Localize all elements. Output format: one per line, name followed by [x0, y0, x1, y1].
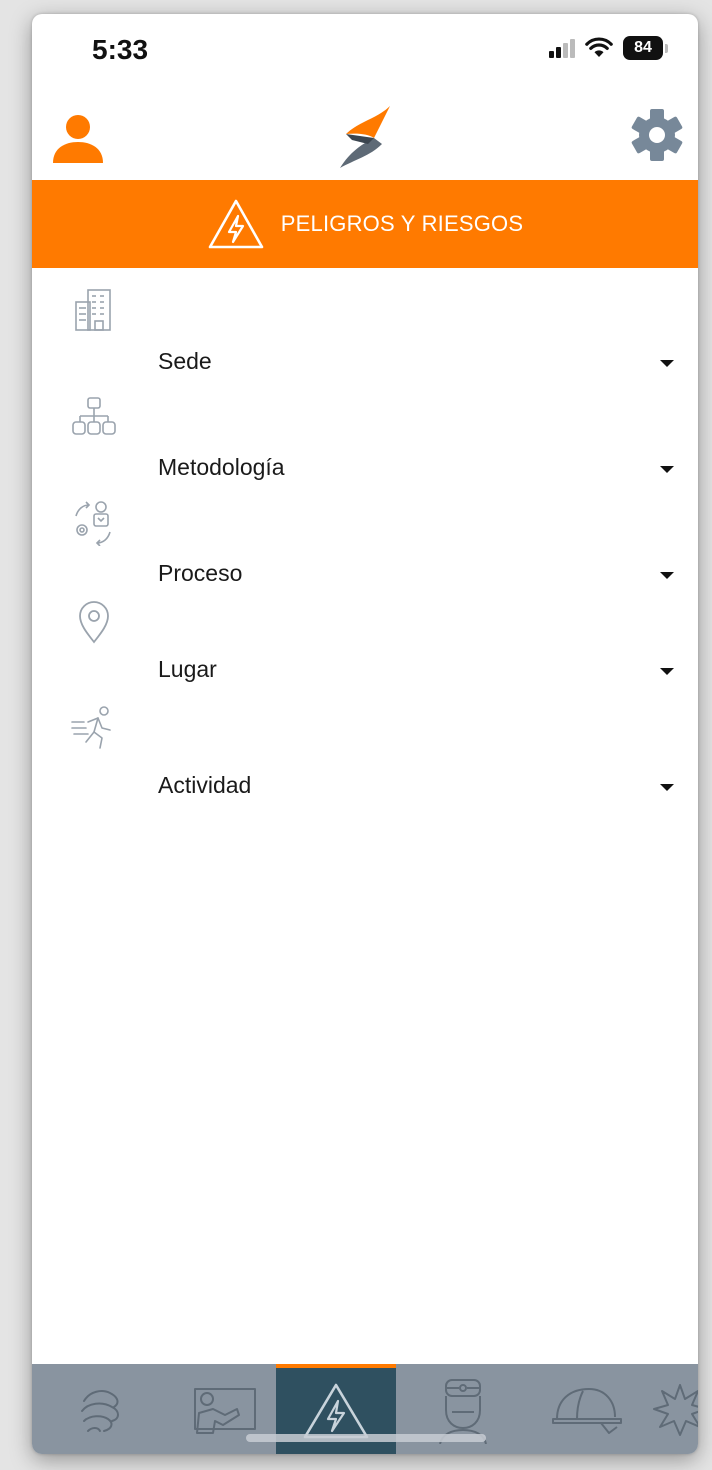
field-label-lugar: Lugar: [158, 656, 217, 682]
process-cycle-icon: [75, 501, 111, 546]
field-label-metodologia: Metodología: [158, 454, 285, 480]
warning-lightning-icon: [208, 199, 264, 249]
wifi-icon: [585, 37, 613, 57]
section-title: PELIGROS Y RIESGOS: [280, 211, 524, 236]
training-board-icon: [194, 1388, 256, 1434]
field-label-proceso: Proceso: [158, 560, 243, 586]
field-label-actividad: Actividad: [158, 772, 252, 798]
chevron-down-icon[interactable]: [660, 572, 674, 579]
brain-icon: [81, 1390, 119, 1432]
building-icon: [75, 289, 111, 331]
home-indicator: [246, 1434, 486, 1442]
app-header: [32, 96, 698, 178]
field-row-sede[interactable]: Sede: [32, 284, 698, 384]
phone-screen: 5:33 84 PELIGROS Y RIESGOS Sede Metodolo…: [32, 14, 698, 1454]
status-bar: 5:33 84: [32, 14, 698, 94]
field-row-proceso[interactable]: Proceso: [32, 498, 698, 598]
gear-icon[interactable]: [630, 108, 684, 162]
nav-item-helmet[interactable]: [532, 1364, 642, 1454]
hard-hat-icon: [552, 1388, 622, 1434]
chevron-down-icon[interactable]: [660, 360, 674, 367]
nav-item-brain[interactable]: [52, 1364, 152, 1454]
nav-item-explosion[interactable]: [650, 1364, 698, 1454]
chevron-down-icon[interactable]: [660, 668, 674, 675]
chevron-down-icon[interactable]: [660, 466, 674, 473]
field-row-metodologia[interactable]: Metodología: [32, 394, 698, 494]
field-label-sede: Sede: [158, 348, 212, 374]
battery-tip: [665, 43, 668, 53]
section-banner: PELIGROS Y RIESGOS: [32, 180, 698, 268]
explosion-icon: [653, 1384, 698, 1436]
warning-lightning-icon: [303, 1383, 369, 1439]
user-icon[interactable]: [50, 110, 106, 166]
battery-indicator: 84: [623, 36, 663, 60]
field-row-lugar[interactable]: Lugar: [32, 598, 698, 698]
location-pin-icon: [79, 601, 109, 644]
chevron-down-icon[interactable]: [660, 784, 674, 791]
org-chart-icon: [72, 397, 116, 435]
running-person-icon: [71, 706, 111, 749]
field-row-actividad[interactable]: Actividad: [32, 704, 698, 804]
status-time: 5:33: [92, 34, 149, 65]
status-icons: 84: [549, 36, 668, 60]
signal-icon: [549, 39, 575, 58]
app-logo: [340, 106, 390, 168]
